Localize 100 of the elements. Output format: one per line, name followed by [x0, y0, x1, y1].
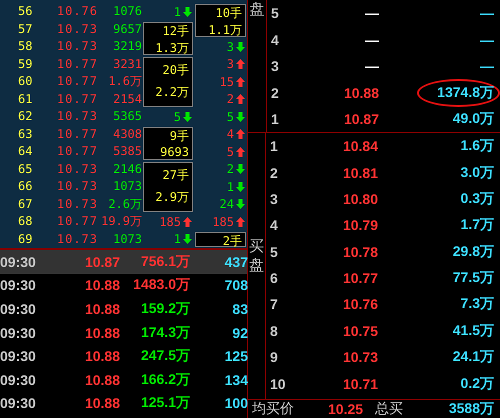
order-volume: 0.2万 [460, 374, 494, 391]
order-volume: 49.0万 [452, 110, 494, 126]
order-count: 185 [212, 214, 234, 229]
order-level-row-text: 9 10.73 24.1万 [269, 347, 495, 368]
order-count: 1 [174, 232, 181, 246]
row-index: 57 [17, 20, 34, 38]
row-index: 59 [17, 56, 34, 72]
order-level-row-text: 1 10.84 1.6万 [269, 136, 495, 156]
trade-row[interactable]: 09:30 10.88 159.2万 83 [0, 297, 247, 321]
row-index: 62 [17, 108, 34, 125]
tick-volume: 4308 [112, 126, 142, 142]
trade-row[interactable]: 09:30 10.87 756.1万 437 [0, 250, 247, 274]
tick-volume: 1073 [112, 178, 142, 195]
order-box: 2手 [195, 232, 246, 247]
down-arrow-icon [236, 42, 245, 52]
row-index: 56 [17, 3, 34, 20]
up-arrow-icon [236, 94, 245, 104]
order-count: 5 [226, 144, 234, 159]
panel-label: 买 [249, 236, 264, 256]
order-volume: 3.0万 [460, 164, 494, 180]
tick-price: 10.73 [56, 108, 99, 125]
order-level-row: 2 10.88 1374.8万 [267, 79, 500, 106]
tick-volume: 1076 [112, 3, 142, 20]
tick-volume: 1.6万 [107, 73, 142, 90]
order-level-row-text: 5 10.78 29.8万 [269, 242, 495, 262]
order-box: 10手 1.1万 [195, 4, 246, 37]
order-level-row-text: 4 10.79 1.7万 [269, 215, 495, 236]
tick-price: 10.77 [56, 73, 99, 90]
order-box: 9手 9693 [143, 126, 193, 160]
tick-volume: 9657 [112, 20, 142, 38]
order-count: 1 [174, 4, 181, 19]
tick-price: 10.76 [56, 3, 99, 20]
down-arrow-icon [236, 199, 245, 210]
order-box: 27手 2.9万 [143, 162, 193, 212]
down-arrow-icon [236, 164, 245, 174]
order-volume: 1.7万 [460, 216, 494, 232]
order-volume: — [480, 32, 494, 48]
row-index: 66 [17, 178, 34, 195]
row-index: 61 [17, 90, 34, 108]
tick-price: 10.73 [56, 160, 99, 178]
panel-label: 盘 [249, 256, 264, 275]
up-arrow-icon [236, 76, 245, 87]
tick-volume: 19.9万 [100, 213, 142, 230]
trade-row[interactable]: 09:30 10.88 125.1万 100 [0, 392, 247, 416]
order-level-row-text: 7 10.76 7.3万 [269, 294, 495, 314]
tick-price: 10.77 [56, 90, 99, 108]
order-level-row-text: 5 — — [270, 4, 495, 24]
order-volume: 7.3万 [460, 295, 494, 312]
order-volume: 41.5万 [452, 322, 494, 338]
row-index: 63 [17, 126, 34, 142]
order-count: 1 [226, 180, 234, 194]
tick-price: 10.73 [56, 196, 99, 212]
order-volume: — [480, 5, 494, 22]
trade-row[interactable]: 09:30 10.88 174.3万 92 [0, 320, 247, 344]
trade-row[interactable]: 09:30 10.88 1483.0万 708 [0, 274, 247, 298]
tick-volume: 1073 [112, 230, 142, 248]
order-volume: 24.1万 [452, 348, 494, 364]
up-arrow-icon [236, 59, 245, 70]
row-index: 64 [17, 143, 34, 160]
down-arrow-icon [183, 6, 192, 17]
down-arrow-icon [183, 112, 192, 122]
order-count: 5 [226, 110, 234, 124]
order-level-row-text: 1 10.87 49.0万 [270, 108, 495, 129]
order-level-row-text: 8 10.75 41.5万 [269, 320, 495, 341]
order-count: 24 [220, 197, 234, 212]
total-volume: 3588万 [448, 400, 495, 418]
order-level-row-text: 3 — — [270, 56, 495, 76]
order-level-row-text: 3 10.80 0.3万 [269, 188, 495, 209]
order-level-row-text: 4 — — [270, 30, 495, 50]
order-level-row-text: 6 10.77 77.5万 [269, 268, 495, 288]
order-volume: 1.6万 [460, 137, 494, 154]
up-arrow-icon [183, 216, 192, 227]
order-volume: — [480, 58, 494, 74]
tick-volume: 5365 [112, 108, 142, 125]
down-arrow-icon [236, 112, 245, 122]
tick-price: 10.73 [56, 38, 99, 55]
row-index: 60 [17, 73, 34, 90]
tick-price: 10.73 [56, 178, 99, 195]
trade-row[interactable]: 09:30 10.88 247.5万 125 [0, 344, 247, 368]
order-volume: 1374.8万 [437, 84, 494, 100]
up-arrow-icon [236, 216, 245, 227]
order-level-row-text: 2 10.81 3.0万 [269, 162, 495, 183]
tick-volume: 2146 [112, 160, 142, 178]
order-count: 3 [226, 40, 234, 54]
summary-label: 总买 [375, 400, 404, 418]
trade-row[interactable]: 09:30 10.88 166.2万 134 [0, 368, 247, 392]
average-price: 10.25 [328, 401, 364, 417]
row-index: 67 [17, 196, 34, 212]
order-count: 2 [226, 162, 234, 176]
panel-label: 盘 [250, 0, 264, 19]
order-volume: 77.5万 [452, 269, 494, 286]
order-count: 15 [220, 74, 234, 89]
tick-price: 10.77 [56, 213, 99, 230]
tick-volume: 2.6万 [107, 196, 142, 212]
tick-price: 10.77 [56, 143, 99, 160]
up-arrow-icon [236, 146, 245, 157]
order-count: 5 [174, 110, 181, 124]
tick-price: 10.77 [56, 126, 99, 142]
row-index: 65 [17, 160, 34, 178]
up-arrow-icon [236, 129, 245, 140]
